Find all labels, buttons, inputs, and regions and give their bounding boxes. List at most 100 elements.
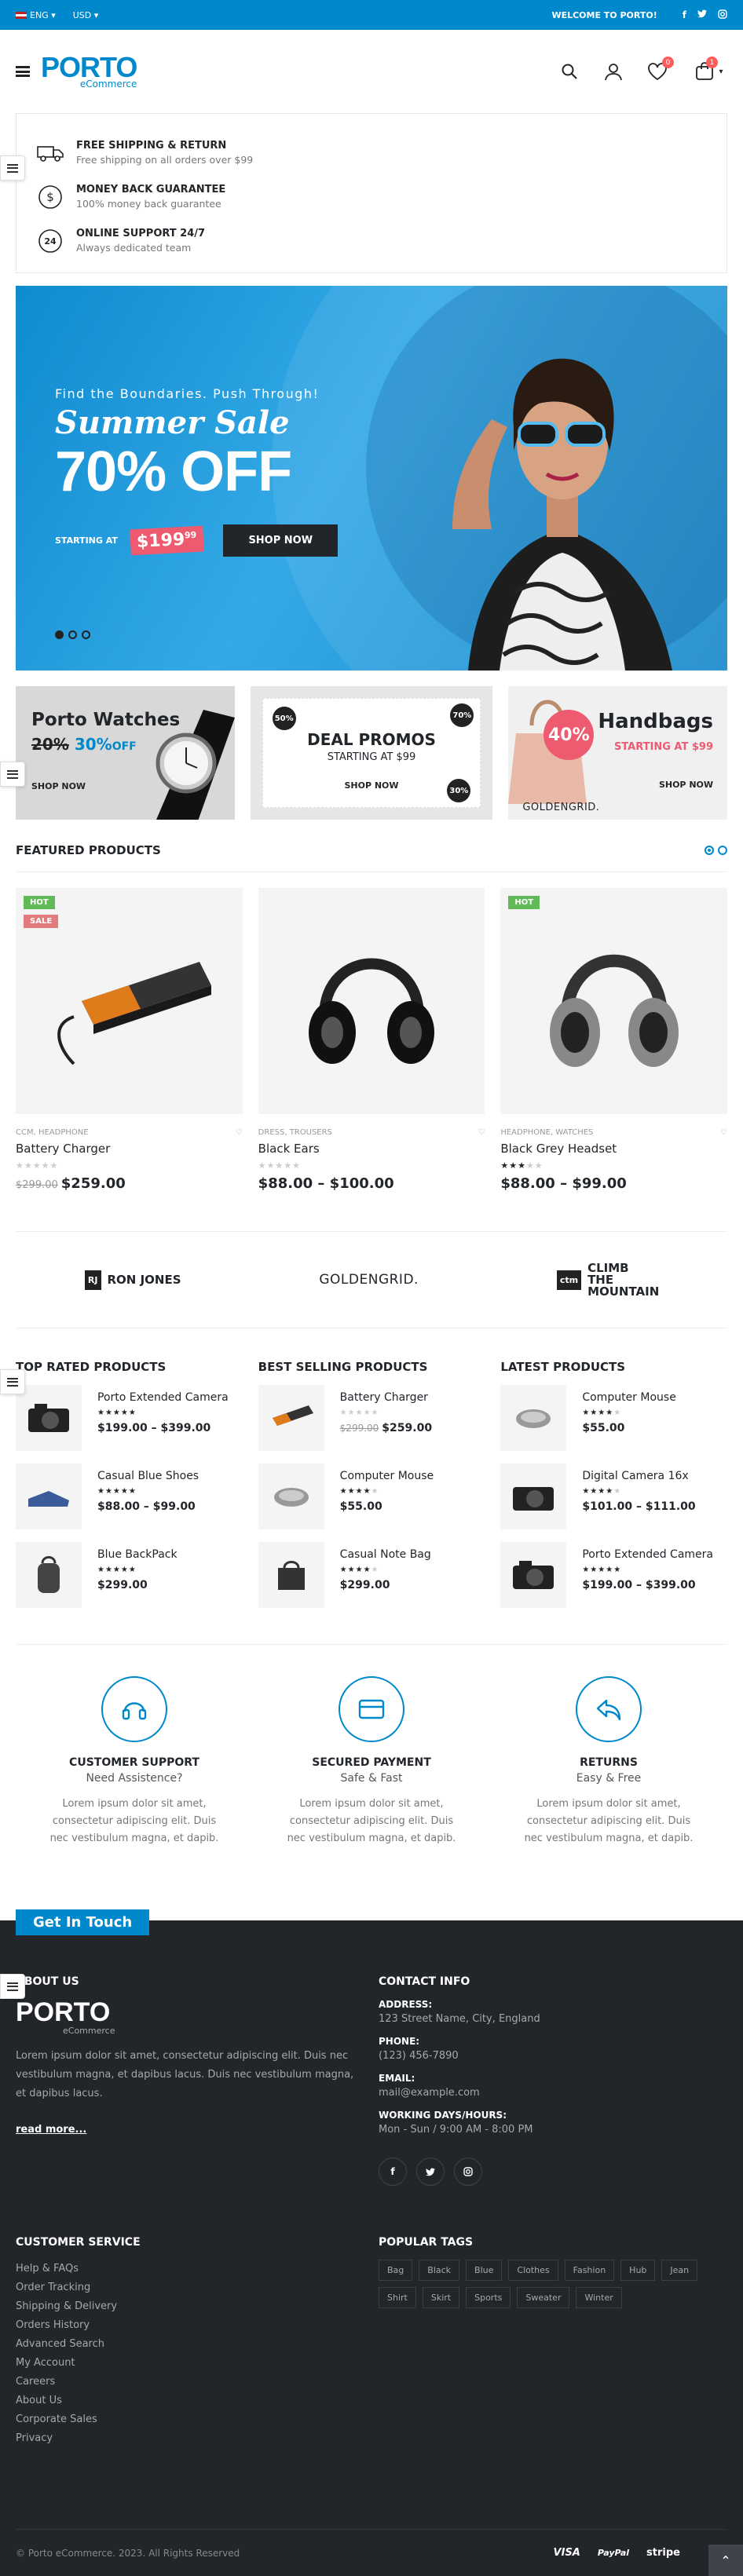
top-bar: ENG ▾ USD ▾ WELCOME TO PORTO! f [0,0,743,30]
tag[interactable]: Blue [466,2260,503,2281]
slider-dot[interactable] [55,630,64,639]
get-in-touch-button[interactable]: Get In Touch [16,1909,150,1935]
watch-image [156,710,235,820]
sidebar-toggle-icon[interactable] [0,1369,25,1394]
carousel-dots [705,846,727,855]
banner-deals[interactable]: 50% 70% 30% DEAL PROMOS STARTING AT $99 … [250,686,493,820]
wishlist-count: 0 [662,57,674,68]
info-box: FREE SHIPPING & RETURN Free shipping on a… [16,113,727,273]
slider-dot[interactable] [82,630,90,639]
search-icon[interactable] [559,61,580,82]
headset-image [549,954,679,1067]
shop-now-link[interactable]: SHOP NOW [659,780,713,790]
currency-select[interactable]: USD ▾ [73,10,99,20]
sidebar-toggle-icon[interactable] [0,762,25,787]
tag[interactable]: Shirt [379,2287,416,2308]
instagram-icon[interactable] [718,9,727,21]
site-logo[interactable]: PORTO eCommerce [41,53,137,90]
twitter-icon[interactable] [697,9,707,20]
list-item[interactable]: Porto Extended Camera ★★★★★ $199.00 – $399… [16,1385,243,1463]
carousel-dot[interactable] [705,846,714,855]
hero-slider[interactable]: Find the Boundaries. Push Through! Summe… [16,286,727,670]
language-select[interactable]: ENG ▾ [16,10,56,20]
camera-image [16,1385,82,1451]
tag[interactable]: Jean [661,2260,698,2281]
sidebar-toggle-icon[interactable] [0,1974,25,1999]
twitter-icon[interactable] [416,2158,445,2186]
facebook-icon[interactable]: f [379,2158,407,2186]
sidebar-toggle-icon[interactable] [0,155,25,181]
brand-goldengrid[interactable]: GOLDENGRID. [319,1272,419,1288]
list-item[interactable]: Casual Blue Shoes ★★★★★ $88.00 – $99.00 [16,1463,243,1542]
menu-icon[interactable] [16,66,30,77]
tag[interactable]: Sweater [517,2287,570,2308]
footer-link[interactable]: Help & FAQs [16,2260,361,2278]
footer-link[interactable]: Careers [16,2373,361,2391]
latest-list: LATEST PRODUCTS Computer Mouse ★★★★★ $55.0… [500,1360,727,1621]
list-item[interactable]: Computer Mouse ★★★★★ $55.00 [258,1463,485,1542]
footer-link[interactable]: My Account [16,2354,361,2373]
footer-popular-tags: POPULAR TAGS Bag Black Blue Clothes Fash… [379,2236,724,2308]
wishlist-heart-icon[interactable]: ♡ [236,1128,243,1137]
brand-logos: RJ RON JONES GOLDENGRID. ctm CLIMB THE MOU… [16,1231,727,1328]
tag[interactable]: Hub [620,2260,656,2281]
product-card[interactable]: DRESS, TROUSERS ♡ Black Ears ★★★★★ $88.00… [258,888,485,1192]
tag[interactable]: Bag [379,2260,413,2281]
footer-logo[interactable]: PORTO eCommerce [16,1999,361,2036]
info-item-shipping: FREE SHIPPING & RETURN Free shipping on a… [35,131,727,175]
product-card[interactable]: HOT SALE CCM, HEADPHONE ♡ Battery Charger… [16,888,243,1192]
facebook-icon[interactable]: f [683,9,686,20]
footer-link[interactable]: About Us [16,2391,361,2410]
rating-stars: ★★★★★ [258,1160,301,1171]
brand-ron-jones[interactable]: RJ RON JONES [84,1270,181,1290]
list-item[interactable]: Casual Note Bag ★★★★★ $299.00 [258,1542,485,1621]
footer-link[interactable]: Order Tracking [16,2278,361,2297]
slider-dots [55,630,90,639]
read-more-link[interactable]: read more... [16,2124,361,2136]
hot-label: HOT [24,896,55,909]
shop-now-button[interactable]: SHOP NOW [223,524,339,557]
banner-handbags[interactable]: 40% Handbags STARTING AT $99 SHOP NOW GO… [508,686,728,820]
feature-secured-payment: SECURED PAYMENT Safe & Fast Lorem ipsum do… [253,1676,490,1847]
support-24-icon: 24 [35,226,65,256]
brand-climb-the-mountain[interactable]: ctm CLIMB THE MOUNTAIN [556,1262,659,1298]
copyright: © Porto eCommerce. 2023. All Rights Rese… [16,2547,240,2559]
tag[interactable]: Fashion [564,2260,615,2281]
tag[interactable]: Clothes [508,2260,558,2281]
flag-icon [16,12,27,19]
scroll-to-top-button[interactable]: ⌃ [708,2545,743,2576]
tag[interactable]: Black [419,2260,460,2281]
product-name[interactable]: Battery Charger [16,1142,243,1156]
truck-icon [35,138,65,168]
list-item[interactable]: Porto Extended Camera ★★★★★ $199.00 – $399… [500,1542,727,1621]
user-icon[interactable] [603,61,624,82]
list-item[interactable]: Computer Mouse ★★★★★ $55.00 [500,1385,727,1463]
wishlist-heart-icon[interactable]: ♡ [720,1128,727,1137]
footer-link[interactable]: Privacy [16,2429,361,2448]
product-card[interactable]: HOT HEADPHONE, WATCHES ♡ Black Grey Heads… [500,888,728,1192]
list-item[interactable]: Blue BackPack ★★★★★ $299.00 [16,1542,243,1621]
banner-watches[interactable]: Porto Watches 20% 30%OFF SHOP NOW [16,686,235,820]
shop-now-link[interactable]: SHOP NOW [263,780,481,791]
instagram-icon[interactable] [454,2158,482,2186]
tag[interactable]: Sports [466,2287,511,2308]
list-item[interactable]: Digital Camera 16x ★★★★★ $101.00 – $111.00 [500,1463,727,1542]
shop-now-link[interactable]: SHOP NOW [31,781,86,791]
slider-dot[interactable] [68,630,77,639]
product-name[interactable]: Black Ears [258,1142,485,1156]
battery-charger-image [57,962,212,1065]
footer-link[interactable]: Corporate Sales [16,2410,361,2429]
chevron-up-icon: ⌃ [720,2552,731,2568]
list-item[interactable]: Battery Charger ★★★★★ $299.00 $259.00 [258,1385,485,1463]
wishlist-icon[interactable]: 0 [647,57,674,82]
tag[interactable]: Winter [576,2287,622,2308]
tag[interactable]: Skirt [422,2287,460,2308]
footer-link[interactable]: Advanced Search [16,2335,361,2354]
product-name[interactable]: Black Grey Headset [500,1142,727,1156]
footer-link[interactable]: Shipping & Delivery [16,2297,361,2316]
cart-icon[interactable]: 1 ▾ [691,57,727,82]
footer-link[interactable]: Orders History [16,2316,361,2335]
wishlist-heart-icon[interactable]: ♡ [478,1128,485,1137]
info-item-support: 24 ONLINE SUPPORT 24/7 Always dedicated t… [35,219,727,263]
carousel-dot[interactable] [718,846,727,855]
